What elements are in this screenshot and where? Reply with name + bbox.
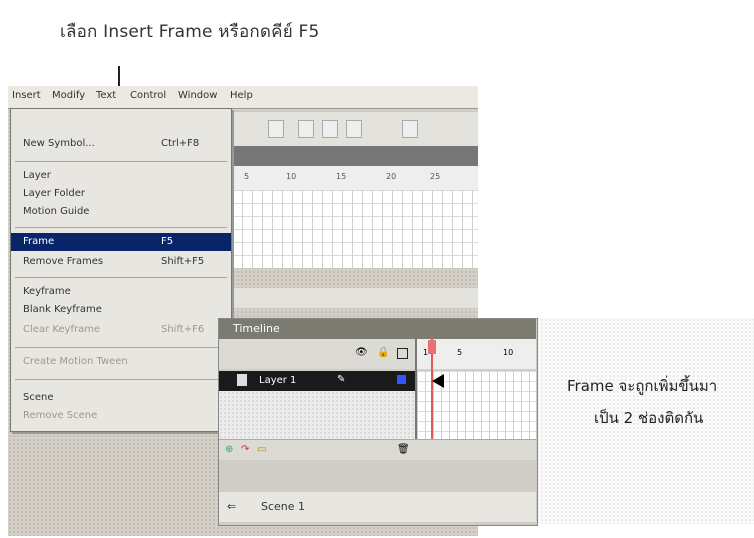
- tool-icon[interactable]: [268, 120, 284, 138]
- timeline-footer: ⊕ ↷ ▭ 🗑: [219, 439, 536, 460]
- menu-item-create-motion-tween: Create Motion Tween: [23, 356, 128, 367]
- menu-separator: [15, 227, 227, 228]
- menu-item-remove-frames[interactable]: Remove Frames Shift+F5: [11, 253, 231, 271]
- menu-separator: [15, 161, 227, 162]
- menu-separator: [15, 277, 227, 278]
- menu-item-layer[interactable]: Layer: [11, 167, 231, 185]
- ruler-mark: 25: [430, 172, 441, 181]
- title-band: [232, 146, 478, 166]
- menu-help[interactable]: Help: [230, 90, 253, 101]
- menu-control[interactable]: Control: [130, 90, 166, 101]
- menu-separator: [15, 347, 227, 348]
- scene-bar: ⇐ Scene 1: [219, 492, 536, 522]
- menu-insert[interactable]: Insert: [12, 90, 41, 101]
- menu-item-blank-keyframe[interactable]: Blank Keyframe: [11, 301, 231, 319]
- result-caption-line2: เป็น 2 ช่องติดกัน: [594, 409, 704, 427]
- menu-item-motion-guide[interactable]: Motion Guide: [11, 203, 231, 221]
- pencil-icon: ✎: [337, 374, 346, 385]
- layer-header: 👁 🔒: [219, 339, 415, 369]
- frame-ruler: 5 10 15 20 25: [232, 166, 478, 191]
- result-caption-line1: Frame จะถูกเพิ่มขึ้นมา: [567, 377, 718, 395]
- eye-icon[interactable]: 👁: [355, 347, 368, 358]
- add-guide-icon[interactable]: ↷: [241, 444, 249, 455]
- menu-item-keyframe[interactable]: Keyframe: [11, 283, 231, 301]
- back-arrow-icon[interactable]: ⇐: [227, 500, 236, 513]
- tool-icon[interactable]: [298, 120, 314, 138]
- outline-icon[interactable]: [397, 348, 408, 359]
- pointer-arrow-icon: [432, 374, 444, 388]
- frame-grid[interactable]: [232, 190, 478, 268]
- layer-name[interactable]: Layer 1: [259, 375, 296, 386]
- tool-icon[interactable]: [346, 120, 362, 138]
- layer-row[interactable]: Layer 1 ✎: [219, 371, 415, 391]
- add-layer-icon[interactable]: ⊕: [225, 444, 233, 455]
- menu-item-frame[interactable]: Frame F5: [11, 233, 231, 251]
- instruction-caption: เลือก Insert Frame หรือกดคีย์ F5: [60, 22, 320, 42]
- frame-number: 10: [503, 348, 514, 357]
- menu-item-remove-scene: Remove Scene: [23, 410, 98, 421]
- insert-menu: New Symbol... Ctrl+F8 Layer Layer Folder …: [10, 108, 232, 432]
- layers-area: [219, 391, 415, 439]
- timeline-title: Timeline: [233, 322, 280, 335]
- lock-icon[interactable]: 🔒: [377, 347, 389, 358]
- tool-icon[interactable]: [322, 120, 338, 138]
- menu-item-clear-keyframe: Clear Keyframe Shift+F6: [23, 324, 205, 335]
- layer-icon: [237, 374, 247, 386]
- menu-bar: Insert Modify Text Control Window Help: [8, 86, 478, 109]
- menu-item-scene[interactable]: Scene: [11, 389, 231, 407]
- scene-label[interactable]: Scene 1: [261, 500, 305, 513]
- ruler-mark: 5: [244, 172, 250, 181]
- outline-color-icon[interactable]: [397, 375, 406, 384]
- folder-icon[interactable]: ▭: [257, 444, 266, 455]
- playhead[interactable]: [428, 340, 436, 354]
- menu-modify[interactable]: Modify: [52, 90, 85, 101]
- menu-separator: [15, 379, 227, 380]
- menu-item-layer-folder[interactable]: Layer Folder: [11, 185, 231, 203]
- ruler-mark: 15: [336, 172, 347, 181]
- tool-icon[interactable]: [402, 120, 418, 138]
- menu-text[interactable]: Text: [96, 90, 116, 101]
- menu-window[interactable]: Window: [178, 90, 217, 101]
- frame-number: 5: [457, 348, 463, 357]
- timeline-statusbar: [232, 288, 478, 308]
- ruler-mark: 10: [286, 172, 297, 181]
- menu-item-new-symbol[interactable]: New Symbol... Ctrl+F8: [11, 135, 231, 153]
- trash-icon[interactable]: 🗑: [397, 444, 410, 455]
- ruler-mark: 20: [386, 172, 397, 181]
- toolbar: [232, 112, 478, 146]
- timeline-titlebar[interactable]: Timeline: [219, 319, 536, 339]
